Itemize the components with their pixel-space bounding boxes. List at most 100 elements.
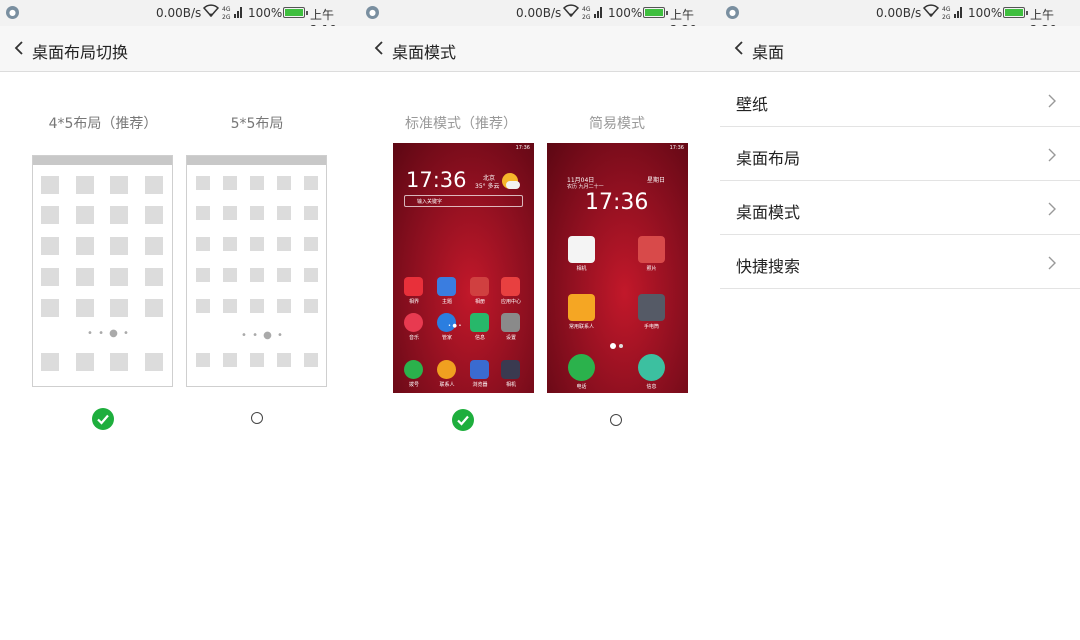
- preview-app-icon: [501, 313, 520, 332]
- back-button[interactable]: [374, 40, 384, 60]
- preview-app-label: 相机: [576, 266, 587, 272]
- grid-cell: [110, 299, 128, 317]
- notification-app-icon: ●: [6, 6, 19, 19]
- selected-check-icon[interactable]: [452, 409, 474, 431]
- preview-app-label: 拨号: [408, 382, 419, 388]
- grid-cell: [250, 299, 264, 313]
- grid-cell: [223, 353, 237, 367]
- menu-item-label: 桌面布局: [736, 149, 801, 168]
- grid-cell: [277, 299, 291, 313]
- chevron-right-icon: [1048, 147, 1056, 166]
- layout-preview-4x5[interactable]: • • ● •: [32, 155, 173, 387]
- battery-icon: [643, 7, 668, 18]
- grid-cell: [250, 176, 264, 190]
- header: 桌面: [720, 26, 1080, 72]
- preview-app-label: 电话: [576, 384, 587, 390]
- grid-cell: [75, 353, 94, 371]
- preview-page-dots: [610, 343, 616, 349]
- menu-item-label: 壁纸: [736, 95, 769, 114]
- grid-cell: [41, 237, 59, 255]
- preview-status-bar: [187, 156, 326, 165]
- preview-app-label: 相册: [474, 299, 485, 305]
- preview-lunar: 农历 九月二十一: [567, 184, 604, 190]
- menu-item-desktop-mode[interactable]: 桌面模式: [720, 181, 1080, 235]
- grid-cell: [75, 206, 94, 224]
- grid-cell: [223, 237, 237, 251]
- menu-item-label: 快捷搜索: [736, 257, 801, 276]
- grid-cell: [75, 237, 94, 255]
- grid-cell: [304, 353, 318, 367]
- grid-cell: [144, 176, 163, 194]
- chevron-left-icon: [14, 41, 23, 55]
- preview-app-icon: [470, 360, 489, 379]
- screen-layout-switch: ● 0.00B/s 4G2G 100% 上午2:19 桌面布局切换 4*5布局（…: [0, 0, 360, 640]
- mode-preview-simple[interactable]: 17:36 11月04日 农历 九月二十一 星期日 17:36 相机 照片 常用联系…: [547, 143, 688, 393]
- grid-cell: [250, 206, 264, 220]
- mode-preview-standard[interactable]: 17:36 17:36 北京 35° 多云 输入关键字 相界 主题 相册 应用中心 音乐…: [393, 143, 534, 393]
- preview-app-label: 设置: [505, 335, 516, 341]
- grid-cell: [223, 206, 237, 220]
- option-label-4x5: 4*5布局（推荐）: [48, 116, 158, 132]
- battery-icon: [1003, 7, 1028, 18]
- back-button[interactable]: [14, 40, 24, 60]
- page-title: 桌面模式: [392, 43, 457, 62]
- chevron-right-icon: [1048, 255, 1056, 274]
- network-speed: 0.00B/s: [156, 6, 202, 20]
- grid-cell: [277, 176, 291, 190]
- preview-app-label: 应用中心: [500, 299, 521, 305]
- grid-cell: [196, 237, 210, 251]
- selected-check-icon[interactable]: [92, 408, 114, 430]
- battery-percent: 100%: [968, 6, 1003, 20]
- preview-app-label: 照片: [646, 266, 657, 272]
- grid-cell: [41, 353, 59, 371]
- root: ● 0.00B/s 4G2G 100% 上午2:19 桌面布局切换 4*5布局（…: [0, 0, 1080, 640]
- back-button[interactable]: [734, 40, 744, 60]
- status-bar: ● 0.00B/s 4G2G 100% 上午2:19: [0, 0, 360, 37]
- chevron-right-icon: [1048, 93, 1056, 112]
- grid-cell: [110, 176, 128, 194]
- preview-app-icon: [568, 236, 595, 263]
- grid-cell: [110, 353, 128, 371]
- menu-item-desktop-layout[interactable]: 桌面布局: [720, 127, 1080, 181]
- grid-cell: [250, 237, 264, 251]
- preview-search-bar: 输入关键字: [404, 195, 523, 207]
- preview-search-placeholder: 输入关键字: [417, 199, 443, 205]
- preview-app-label: 浏览器: [472, 382, 488, 388]
- status-bar: ● 0.00B/s 4G2G 100% 上午2:20: [360, 0, 720, 37]
- preview-app-label: 主题: [441, 299, 452, 305]
- preview-status-time: 17:36: [669, 145, 684, 151]
- grid-cell: [41, 206, 59, 224]
- grid-cell: [196, 206, 210, 220]
- page-title: 桌面布局切换: [32, 43, 129, 62]
- grid-cell: [223, 176, 237, 190]
- grid-cell: [250, 353, 264, 367]
- grid-cell: [144, 299, 163, 317]
- preview-app-icon: [404, 313, 423, 332]
- grid-cell: [110, 268, 128, 286]
- preview-app-label: 相机: [505, 382, 516, 388]
- screen-desktop-mode: ● 0.00B/s 4G2G 100% 上午2:20 桌面模式 标准模式（推荐）…: [360, 0, 720, 640]
- preview-status-time: 17:36: [515, 145, 530, 151]
- signal-icon: 4G 2G: [222, 4, 244, 23]
- wifi-icon: [922, 4, 940, 21]
- chevron-left-icon: [374, 41, 383, 55]
- unselected-radio[interactable]: [610, 414, 622, 426]
- option-label-simple: 简易模式: [589, 116, 645, 132]
- grid-cell: [75, 268, 94, 286]
- unselected-radio[interactable]: [251, 412, 263, 424]
- header: 桌面布局切换: [0, 26, 360, 72]
- preview-status-bar: [33, 156, 172, 165]
- menu-item-wallpaper[interactable]: 壁纸: [720, 73, 1080, 127]
- grid-cell: [41, 268, 59, 286]
- menu-item-quick-search[interactable]: 快捷搜索: [720, 235, 1080, 289]
- preview-status-bar: 17:36: [551, 145, 684, 151]
- grid-cell: [41, 299, 59, 317]
- preview-status-bar: 17:36: [397, 145, 530, 151]
- battery-percent: 100%: [608, 6, 643, 20]
- network-speed: 0.00B/s: [876, 6, 922, 20]
- signal-4g-text: 4G: [582, 6, 591, 13]
- layout-preview-5x5[interactable]: • • ● •: [186, 155, 327, 387]
- grid-cell: [304, 268, 318, 282]
- preview-app-icon: [437, 360, 456, 379]
- grid-cell: [277, 268, 291, 282]
